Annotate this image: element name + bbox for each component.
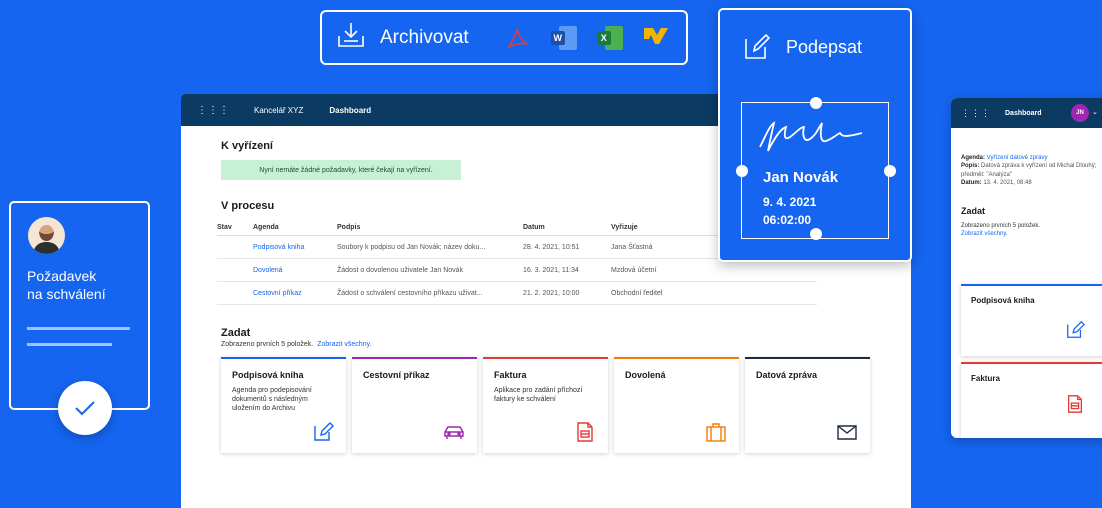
mobile-card-podpisova-kniha[interactable]: Podpisová kniha bbox=[961, 284, 1102, 356]
row-podpis: Žádost o schválení cestovního příkazu už… bbox=[337, 289, 483, 297]
card-dovolena[interactable]: Dovolená bbox=[614, 357, 739, 453]
row-vyrizuje: Obchodní ředitel bbox=[611, 289, 663, 297]
column-stav: Stav bbox=[217, 224, 232, 231]
sign-title: Podepsat bbox=[786, 36, 863, 57]
user-avatar[interactable]: JN bbox=[1071, 104, 1089, 122]
row-vyrizuje: Jana Šťastná bbox=[611, 243, 653, 251]
invoice-icon bbox=[577, 422, 593, 442]
placeholder-line bbox=[27, 343, 112, 346]
mobile-nav-dashboard[interactable]: Dashboard bbox=[1005, 110, 1042, 117]
signature-box[interactable]: Jan Novák 9. 4. 2021 06:02:00 bbox=[736, 97, 896, 240]
card-faktura[interactable]: Faktura Aplikace pro zadání příchozí fak… bbox=[483, 357, 608, 453]
placeholder-line bbox=[27, 327, 130, 330]
signer-name: Jan Novák bbox=[763, 169, 839, 186]
resize-handle-left[interactable] bbox=[736, 165, 748, 177]
card-datova-zprava[interactable]: Datová zpráva bbox=[745, 357, 870, 453]
suitcase-icon bbox=[706, 423, 726, 442]
card-cestovni-prikaz[interactable]: Cestovní příkaz bbox=[352, 357, 477, 453]
row-datum: 21. 2. 2021, 10:00 bbox=[523, 289, 580, 297]
edit-icon bbox=[1067, 320, 1085, 338]
mobile-zadat-title: Zadat bbox=[961, 205, 986, 216]
mobile-show-all-link[interactable]: Zobrazit všechny. bbox=[961, 230, 1101, 238]
excel-icon[interactable]: X bbox=[596, 25, 623, 50]
row-agenda-link[interactable]: Cestovní příkaz bbox=[253, 290, 337, 297]
apps-grid-icon[interactable]: ⋮⋮⋮ bbox=[197, 105, 230, 116]
mobile-dashboard: ⋮⋮⋮ Dashboard JN ⌄ Agenda: Vyřízení dato… bbox=[951, 98, 1102, 438]
apps-grid-icon[interactable]: ⋮⋮⋮ bbox=[961, 108, 991, 119]
download-tray-icon bbox=[336, 20, 366, 55]
approve-check-button[interactable] bbox=[58, 381, 112, 435]
card-podpisova-kniha[interactable]: Podpisová kniha Agenda pro podepisování … bbox=[221, 357, 346, 453]
column-agenda: Agenda bbox=[253, 224, 279, 231]
row-podpis: Soubory k podpisu od Jan Novák; název do… bbox=[337, 243, 486, 251]
approval-request-card[interactable]: Požadavek na schválení bbox=[9, 201, 150, 410]
column-datum: Datum bbox=[523, 224, 545, 231]
checkmark-icon bbox=[75, 401, 95, 416]
edit-icon bbox=[314, 422, 334, 441]
agenda-cards: Podpisová kniha Agenda pro podepisování … bbox=[221, 357, 911, 453]
mobile-card-faktura[interactable]: Faktura bbox=[961, 362, 1102, 438]
column-podpis: Podpis bbox=[337, 224, 361, 231]
request-title: Požadavek na schválení bbox=[27, 268, 106, 303]
resize-handle-top[interactable] bbox=[810, 97, 822, 109]
m-logo-icon[interactable] bbox=[643, 26, 669, 50]
envelope-icon bbox=[837, 425, 857, 440]
chevron-down-icon[interactable]: ⌄ bbox=[1092, 108, 1098, 116]
org-name[interactable]: Kancelář XYZ bbox=[254, 106, 303, 115]
row-datum: 16. 3. 2021, 11:34 bbox=[523, 266, 579, 274]
show-all-link[interactable]: Zobrazit všechny. bbox=[317, 341, 371, 348]
sign-panel[interactable]: Podepsat Jan Novák 9. 4. 2021 06:02:00 bbox=[718, 8, 912, 262]
mobile-zadat-subtitle: Zobrazeno prvních 5 položek. Zobrazit vš… bbox=[951, 216, 1102, 239]
sign-date: 9. 4. 2021 bbox=[763, 195, 817, 209]
resize-handle-right[interactable] bbox=[884, 165, 896, 177]
edit-icon bbox=[745, 33, 771, 59]
handwritten-signature bbox=[759, 121, 863, 152]
mobile-message-info: Agenda: Vyřízení datové zprávy Popis: Da… bbox=[961, 155, 1097, 187]
row-agenda-link[interactable]: Dovolená bbox=[253, 267, 337, 274]
column-vyrizuje: Vyřizuje bbox=[611, 224, 638, 231]
row-agenda-link[interactable]: Podpisová kniha bbox=[253, 244, 337, 251]
row-podpis: Žádost o dovolenou uživatele Jan Novák bbox=[337, 266, 464, 274]
file-format-icons: W X bbox=[505, 25, 669, 50]
table-row[interactable]: Cestovní příkaz Žádost o schválení cesto… bbox=[217, 282, 817, 305]
archive-bar[interactable]: Archivovat W X bbox=[320, 10, 688, 65]
pdf-icon[interactable] bbox=[505, 26, 531, 50]
resize-handle-bottom[interactable] bbox=[810, 228, 822, 240]
word-icon[interactable]: W bbox=[550, 25, 577, 50]
empty-notice: Nyní nemáte žádné požadavky, které čekaj… bbox=[221, 160, 461, 180]
zadat-subtitle: Zobrazeno prvních 5 položek. Zobrazit vš… bbox=[221, 341, 372, 348]
nav-dashboard[interactable]: Dashboard bbox=[329, 106, 371, 115]
sign-time: 06:02:00 bbox=[763, 213, 812, 227]
avatar bbox=[28, 217, 65, 254]
table-row[interactable]: Dovolená Žádost o dovolenou uživatele Ja… bbox=[217, 259, 817, 282]
invoice-icon bbox=[1068, 395, 1082, 413]
section-title-zadat: Zadat bbox=[221, 327, 251, 339]
archive-label: Archivovat bbox=[380, 26, 469, 48]
row-datum: 28. 4. 2021, 10:51 bbox=[523, 243, 580, 251]
car-icon bbox=[444, 426, 464, 439]
row-vyrizuje: Mzdová účetní bbox=[611, 266, 657, 274]
